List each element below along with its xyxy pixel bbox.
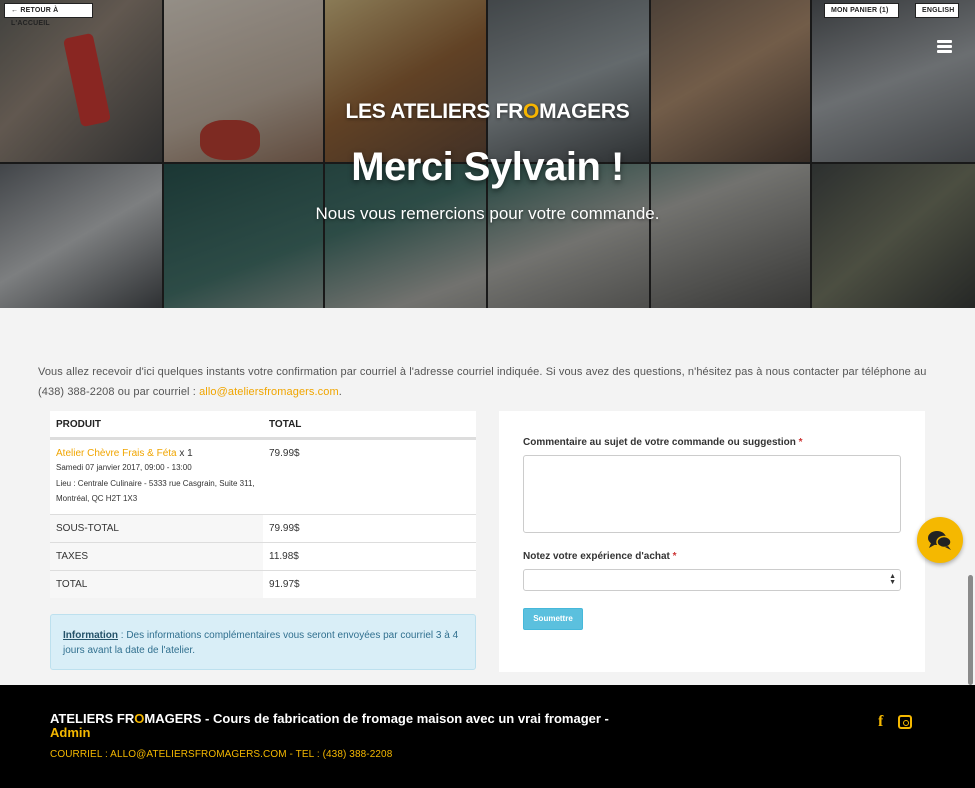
product-location: Lieu : Centrale Culinaire - 5333 rue Cas… <box>56 479 255 503</box>
page-scrollbar[interactable] <box>968 575 973 685</box>
total-value: 91.97$ <box>263 571 476 598</box>
submit-button[interactable]: Soumettre <box>523 608 583 630</box>
product-quantity: x 1 <box>176 448 193 459</box>
information-text: : Des informations complémentaires vous … <box>63 630 459 656</box>
instagram-icon[interactable] <box>898 715 912 729</box>
taxes-value: 11.98$ <box>263 543 476 570</box>
back-to-home-button[interactable]: ← RETOUR À L'ACCUEIL <box>4 3 93 27</box>
total-label: TOTAL <box>50 571 263 598</box>
facebook-icon[interactable]: f <box>878 713 883 731</box>
page-subtitle: Nous vous remercions pour votre commande… <box>315 204 660 223</box>
site-footer: ATELIERS FROMAGERS - Cours de fabricatio… <box>0 685 975 788</box>
information-alert: Information : Des informations complémen… <box>50 614 476 670</box>
col-total-header: TOTAL <box>269 418 302 430</box>
rating-select[interactable]: ▲ ▼ <box>523 569 901 591</box>
total-row: TOTAL 91.97$ <box>50 570 476 598</box>
hamburger-menu-icon[interactable] <box>937 40 952 53</box>
subtotal-value: 79.99$ <box>263 515 476 542</box>
table-header: PRODUIT TOTAL <box>50 411 476 439</box>
taxes-row: TAXES 11.98$ <box>50 542 476 570</box>
brand-logo[interactable]: LES ATELIERS FROMAGERS <box>0 100 975 124</box>
subtotal-row: SOUS-TOTAL 79.99$ <box>50 514 476 542</box>
feedback-form: Commentaire au sujet de votre commande o… <box>499 411 925 672</box>
comment-textarea[interactable] <box>523 455 901 533</box>
chat-bubbles-icon <box>928 531 952 550</box>
subtotal-label: SOUS-TOTAL <box>50 515 263 542</box>
confirmation-text: Vous allez recevoir d'ici quelques insta… <box>38 366 927 398</box>
footer-title: ATELIERS FROMAGERS - Cours de fabricatio… <box>50 711 609 740</box>
comment-label: Commentaire au sujet de votre commande o… <box>523 437 803 448</box>
information-label: Information <box>63 630 118 641</box>
select-arrows-icon: ▲ ▼ <box>889 573 896 586</box>
language-button[interactable]: ENGLISH <box>915 3 959 18</box>
taxes-label: TAXES <box>50 543 263 570</box>
footer-contact: COURRIEL : ALLO@ATELIERSFROMAGERS.COM - … <box>50 749 393 760</box>
col-product-header: PRODUIT <box>56 418 101 430</box>
order-summary-table: PRODUIT TOTAL Atelier Chèvre Frais & Fét… <box>50 411 476 598</box>
rating-label: Notez votre expérience d'achat * <box>523 551 677 562</box>
contact-email-link[interactable]: allo@ateliersfromagers.com <box>199 386 339 398</box>
product-date: Samedi 07 janvier 2017, 09:00 - 13:00 <box>56 463 192 472</box>
admin-link[interactable]: Admin <box>50 725 90 740</box>
chat-widget-button[interactable] <box>917 517 963 563</box>
page-title: Merci Sylvain ! <box>351 145 624 189</box>
product-price: 79.99$ <box>269 448 300 459</box>
order-item-row: Atelier Chèvre Frais & Féta x 1 Samedi 0… <box>50 439 476 514</box>
product-link[interactable]: Atelier Chèvre Frais & Féta <box>56 448 177 459</box>
hero-banner: ← RETOUR À L'ACCUEIL MON PANIER (1) ENGL… <box>0 0 975 308</box>
cart-button[interactable]: MON PANIER (1) <box>824 3 899 18</box>
